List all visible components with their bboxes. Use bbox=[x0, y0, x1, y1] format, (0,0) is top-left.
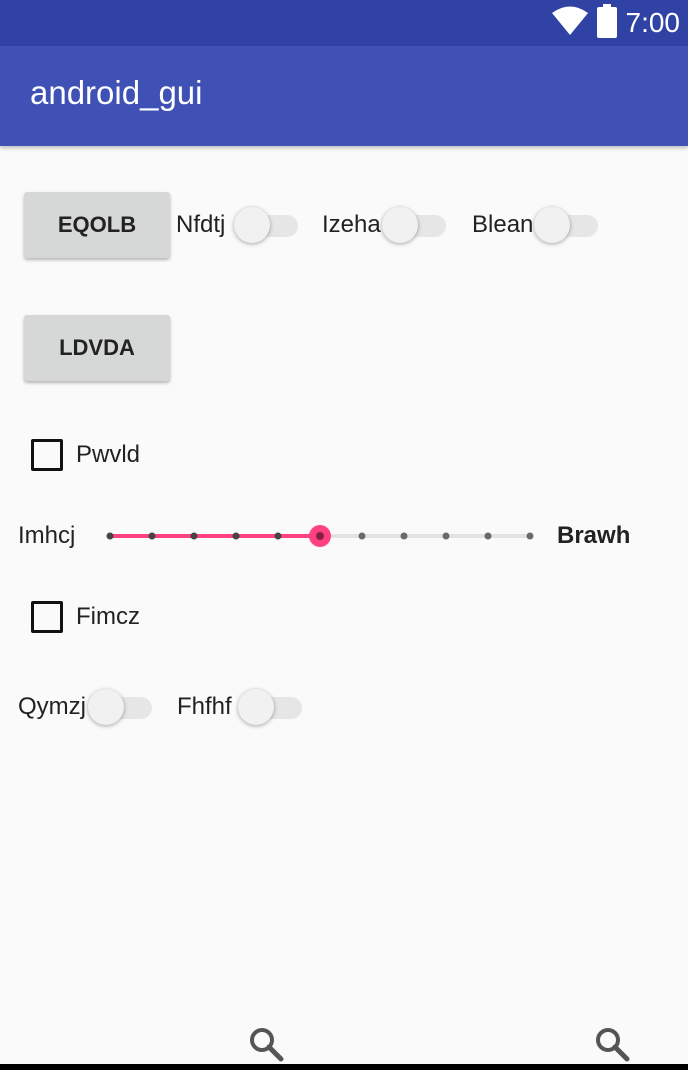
seekbar[interactable] bbox=[100, 516, 540, 556]
seekbar-tick bbox=[442, 532, 450, 540]
switch-label-nfdtj: Nfdtj bbox=[176, 211, 226, 238]
switch-qymzj[interactable] bbox=[88, 687, 154, 727]
switch-thumb bbox=[238, 689, 274, 725]
checkbox-pwvld[interactable] bbox=[31, 439, 63, 471]
seekbar-tick bbox=[232, 532, 240, 540]
seekbar-tick bbox=[484, 532, 492, 540]
bottom-bar bbox=[0, 1064, 688, 1070]
switch-thumb bbox=[382, 207, 418, 243]
switch-label-qymzj: Qymzj bbox=[18, 693, 86, 720]
switch-label-fhfhf: Fhfhf bbox=[177, 693, 232, 720]
switch-nfdtj[interactable] bbox=[234, 205, 300, 245]
switch-thumb bbox=[534, 207, 570, 243]
eqolb-button[interactable]: EQOLB bbox=[24, 192, 170, 258]
checkbox-label-pwvld: Pwvld bbox=[76, 441, 141, 468]
status-bar: 7:00 bbox=[0, 0, 688, 46]
status-icons: 7:00 bbox=[551, 0, 681, 46]
switch-thumb bbox=[234, 207, 270, 243]
seekbar-tick bbox=[190, 532, 198, 540]
seekbar-tick bbox=[400, 532, 408, 540]
switch-label-izeha: Izeha bbox=[322, 211, 381, 238]
switch-label-blean: Blean bbox=[472, 211, 534, 238]
seekbar-tick bbox=[106, 532, 114, 540]
switch-izeha[interactable] bbox=[382, 205, 448, 245]
seekbar-tick bbox=[148, 532, 156, 540]
switch-thumb bbox=[88, 689, 124, 725]
battery-icon bbox=[596, 3, 618, 43]
seekbar-right-label: Brawh bbox=[557, 522, 631, 549]
switch-fhfhf[interactable] bbox=[238, 687, 304, 727]
checkbox-label-fimcz: Fimcz bbox=[76, 603, 140, 630]
seekbar-left-label: Imhcj bbox=[18, 522, 76, 549]
status-time: 7:00 bbox=[625, 7, 681, 38]
search-icon[interactable] bbox=[248, 1026, 284, 1062]
app-title: android_gui bbox=[30, 74, 203, 111]
checkbox-fimcz[interactable] bbox=[31, 601, 63, 633]
seekbar-tick bbox=[358, 532, 366, 540]
search-icon[interactable] bbox=[594, 1026, 630, 1062]
seekbar-tick bbox=[526, 532, 534, 540]
app-bar: android_gui bbox=[0, 46, 688, 146]
wifi-icon bbox=[551, 6, 588, 41]
ldvda-button[interactable]: LDVDA bbox=[24, 315, 170, 381]
switch-blean[interactable] bbox=[534, 205, 600, 245]
seekbar-tick bbox=[274, 532, 282, 540]
seekbar-thumb-center bbox=[316, 532, 324, 540]
seekbar-graphic bbox=[106, 525, 534, 547]
